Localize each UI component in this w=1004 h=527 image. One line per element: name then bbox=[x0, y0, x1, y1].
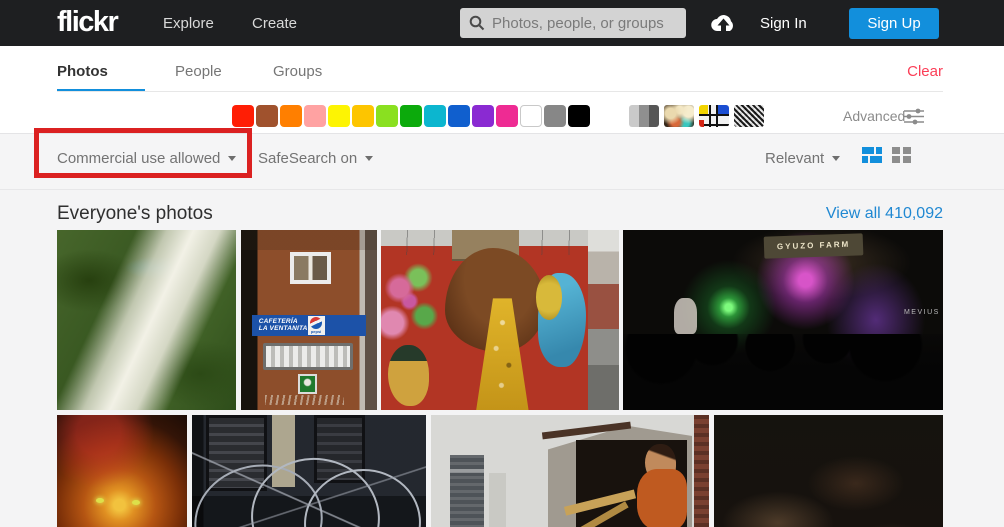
skyscraper-graphic bbox=[450, 455, 483, 527]
cafeteria-sign-line1: CAFETERÍA bbox=[259, 318, 308, 325]
photo-thumbnail-aerial-forest[interactable] bbox=[57, 230, 236, 410]
brick-edge-graphic bbox=[694, 415, 709, 527]
color-swatch[interactable] bbox=[352, 105, 374, 127]
cafeteria-sign: CAFETERÍA LA VENTANITA pepsi bbox=[252, 315, 366, 337]
pepsi-circle-icon bbox=[310, 317, 322, 329]
color-swatches bbox=[232, 105, 590, 127]
color-swatch[interactable] bbox=[376, 105, 398, 127]
pattern-swatch[interactable] bbox=[734, 105, 764, 127]
floral-graffiti-graphic bbox=[381, 262, 443, 348]
photo-thumbnail-razor-wire[interactable] bbox=[192, 415, 426, 527]
sort-dropdown-label: Relevant bbox=[765, 150, 824, 167]
crowd-silhouette-graphic bbox=[623, 334, 943, 410]
tab-people[interactable]: People bbox=[175, 63, 222, 80]
color-swatch[interactable] bbox=[448, 105, 470, 127]
search-bar[interactable] bbox=[460, 8, 686, 38]
flickr-search-page: flickr Explore Create Sign In Sign Up Ph… bbox=[0, 0, 1004, 527]
color-swatch[interactable] bbox=[520, 105, 542, 127]
view-all-link[interactable]: View all 410,092 bbox=[826, 205, 943, 223]
photo-thumbnail-concert[interactable]: GYUZO FARM MEVIUS bbox=[623, 230, 943, 410]
lion-eye-graphic bbox=[132, 500, 140, 505]
graffiti-graphic bbox=[265, 395, 344, 406]
color-swatch[interactable] bbox=[424, 105, 446, 127]
nav-explore-link[interactable]: Explore bbox=[163, 15, 214, 32]
safesearch-dropdown[interactable]: SafeSearch on bbox=[258, 148, 373, 168]
flickr-logo[interactable]: flickr bbox=[57, 6, 117, 39]
photo-thumbnail-cafeteria-building[interactable]: CAFETERÍA LA VENTANITA pepsi bbox=[241, 230, 377, 410]
search-header: Photos People Groups Clear Advanced bbox=[0, 46, 1004, 134]
portrait-graphic bbox=[388, 345, 428, 406]
lion-eye-graphic bbox=[96, 498, 104, 503]
photo-thumbnail-elephant-mural[interactable] bbox=[381, 230, 619, 410]
caret-down-icon bbox=[228, 156, 236, 161]
pepsi-logo: pepsi bbox=[308, 316, 325, 335]
search-input[interactable] bbox=[492, 15, 677, 32]
license-dropdown[interactable]: Commercial use allowed bbox=[57, 148, 236, 168]
advanced-link[interactable]: Advanced bbox=[843, 108, 905, 124]
photo-thumbnail-lion-art[interactable] bbox=[57, 415, 187, 527]
photo-thumbnail-street-mural[interactable] bbox=[431, 415, 709, 527]
wire-lines-graphic bbox=[192, 415, 426, 527]
color-swatch[interactable] bbox=[496, 105, 518, 127]
photo-thumbnail-dark-sky[interactable] bbox=[714, 415, 943, 527]
top-navbar: flickr Explore Create Sign In Sign Up bbox=[0, 0, 1004, 46]
nav-create-link[interactable]: Create bbox=[252, 15, 297, 32]
concert-sign-text: MEVIUS bbox=[904, 309, 940, 316]
caret-down-icon bbox=[832, 156, 840, 161]
safesearch-dropdown-label: SafeSearch on bbox=[258, 150, 357, 167]
mural-jacket-graphic bbox=[637, 469, 687, 527]
cafeteria-sign-line2: LA VENTANITA bbox=[259, 325, 308, 332]
color-swatch[interactable] bbox=[232, 105, 254, 127]
search-icon bbox=[469, 15, 485, 31]
tabs-divider bbox=[57, 91, 943, 92]
pepsi-wordmark: pepsi bbox=[311, 329, 321, 334]
tab-groups[interactable]: Groups bbox=[273, 63, 322, 80]
black-and-white-swatch[interactable] bbox=[629, 105, 659, 127]
performer-graphic bbox=[674, 298, 696, 334]
side-building-graphic bbox=[588, 230, 619, 410]
concert-banner: GYUZO FARM bbox=[763, 234, 863, 259]
minimalist-swatch[interactable] bbox=[699, 105, 729, 127]
caret-down-icon bbox=[365, 156, 373, 161]
license-dropdown-label: Commercial use allowed bbox=[57, 150, 220, 167]
color-swatch[interactable] bbox=[568, 105, 590, 127]
sign-in-link[interactable]: Sign In bbox=[760, 15, 807, 32]
color-swatch[interactable] bbox=[304, 105, 326, 127]
clear-filters-link[interactable]: Clear bbox=[907, 63, 943, 80]
window-graphic bbox=[290, 252, 331, 284]
white-tower-graphic bbox=[489, 473, 506, 527]
color-swatch[interactable] bbox=[400, 105, 422, 127]
poster-graphic bbox=[298, 374, 317, 394]
results-heading: Everyone's photos bbox=[57, 203, 213, 225]
color-swatch[interactable] bbox=[472, 105, 494, 127]
upload-cloud-icon[interactable] bbox=[704, 11, 738, 40]
shallow-depth-swatch[interactable] bbox=[664, 105, 694, 127]
color-swatch[interactable] bbox=[280, 105, 302, 127]
grid-view-icon[interactable] bbox=[892, 147, 911, 163]
style-swatches bbox=[629, 105, 764, 127]
tab-photos[interactable]: Photos bbox=[57, 63, 108, 80]
color-swatch[interactable] bbox=[544, 105, 566, 127]
color-swatch[interactable] bbox=[328, 105, 350, 127]
sign-up-button[interactable]: Sign Up bbox=[849, 8, 939, 39]
shutter-graphic bbox=[263, 343, 353, 370]
color-swatch[interactable] bbox=[256, 105, 278, 127]
justified-view-icon[interactable] bbox=[862, 147, 882, 163]
sliders-icon[interactable] bbox=[903, 108, 925, 130]
yellow-disc-graphic bbox=[536, 275, 562, 320]
sort-dropdown[interactable]: Relevant bbox=[765, 148, 840, 168]
filter-bar: Commercial use allowed SafeSearch on Rel… bbox=[0, 134, 1004, 190]
